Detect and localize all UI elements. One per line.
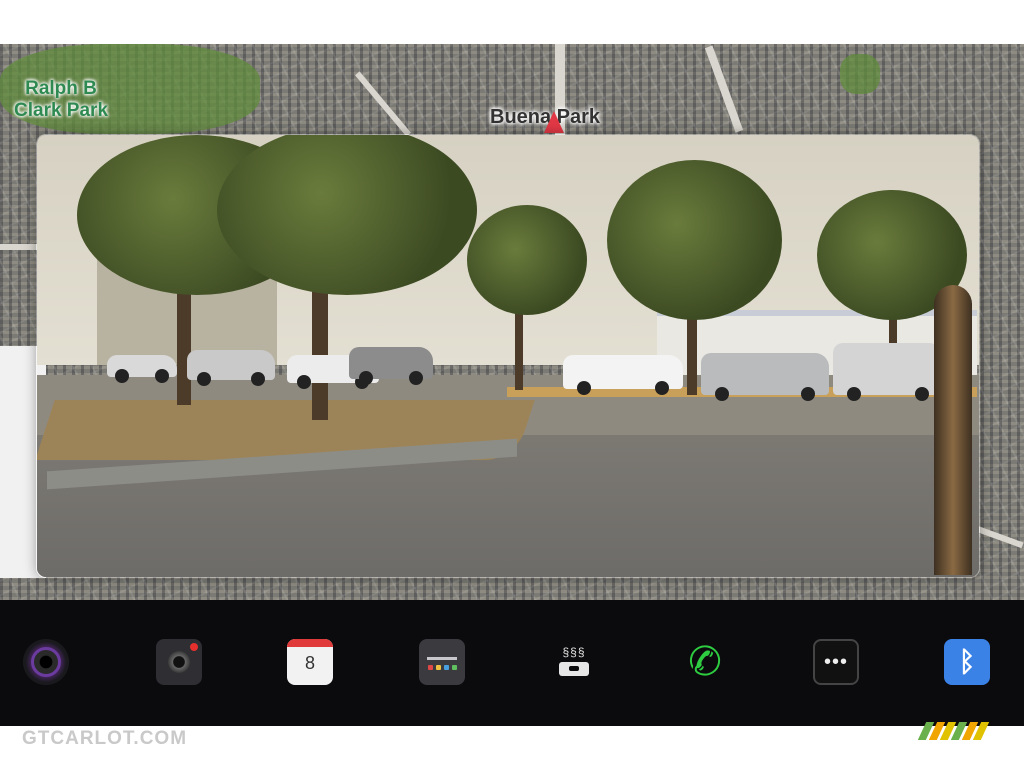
dashcam-button[interactable] <box>156 639 202 685</box>
tree <box>467 205 587 315</box>
park-area <box>840 54 880 94</box>
seat-heater-button[interactable]: §§§ <box>551 639 597 685</box>
side-mirror-edge <box>934 285 972 575</box>
dot <box>451 664 457 670</box>
tree <box>607 160 782 320</box>
parked-car <box>701 353 829 401</box>
phone-icon: ✆ <box>684 637 726 687</box>
parked-car <box>833 343 943 401</box>
dot <box>427 664 433 670</box>
heat-waves-icon: §§§ <box>562 645 586 659</box>
seat-heater-icon <box>559 662 589 676</box>
navigation-arrow-icon <box>544 111 564 133</box>
bluetooth-icon: ᛒ <box>958 646 976 677</box>
map-road <box>354 71 412 137</box>
dot <box>435 664 441 670</box>
dashcam-icon <box>168 651 190 673</box>
more-icon: ••• <box>823 651 848 673</box>
camera-view[interactable] <box>36 134 980 578</box>
camera-icon <box>31 647 61 677</box>
park-label: Ralph B Clark Park <box>14 78 109 121</box>
parked-car <box>563 355 683 395</box>
map-road <box>0 244 40 250</box>
map-road <box>704 45 744 133</box>
watermark-logo <box>917 722 998 740</box>
toybox-icon <box>427 656 457 660</box>
bluetooth-button[interactable]: ᛒ <box>944 639 990 685</box>
more-button[interactable]: ••• <box>813 639 859 685</box>
map-road <box>975 525 1024 549</box>
camera-button[interactable] <box>23 639 69 685</box>
app-dock: 8 §§§ ✆ ••• ᛒ <box>0 600 1024 726</box>
dot <box>443 664 449 670</box>
phone-button[interactable]: ✆ <box>682 637 728 687</box>
parked-car <box>349 347 433 385</box>
watermark: GTCARLOT.COM <box>22 728 188 749</box>
toybox-button[interactable] <box>419 639 465 685</box>
calendar-day: 8 <box>304 653 315 673</box>
parked-car <box>107 355 177 383</box>
recording-indicator <box>190 643 198 651</box>
calendar-button[interactable]: 8 <box>287 639 333 685</box>
parked-car <box>187 350 275 386</box>
toybox-dots <box>427 664 457 670</box>
calendar-icon <box>287 639 333 647</box>
